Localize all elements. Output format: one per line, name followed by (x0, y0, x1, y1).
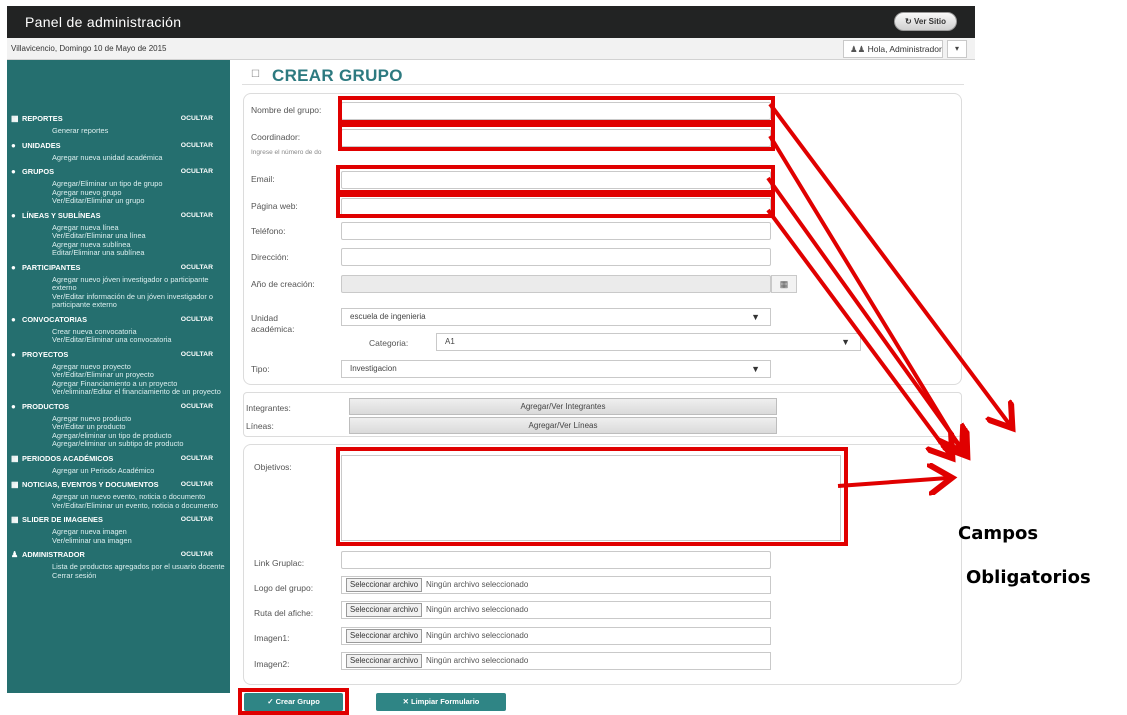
annotation-label-line1: Campos (958, 523, 1039, 544)
annotation-label-line2: Obligatorios (966, 567, 1091, 588)
arrow-coordinador (768, 134, 960, 448)
arrow-objetivos (837, 478, 948, 486)
arrow-web (766, 208, 950, 455)
annotation-arrows (766, 102, 1127, 715)
arrow-email (766, 176, 965, 453)
